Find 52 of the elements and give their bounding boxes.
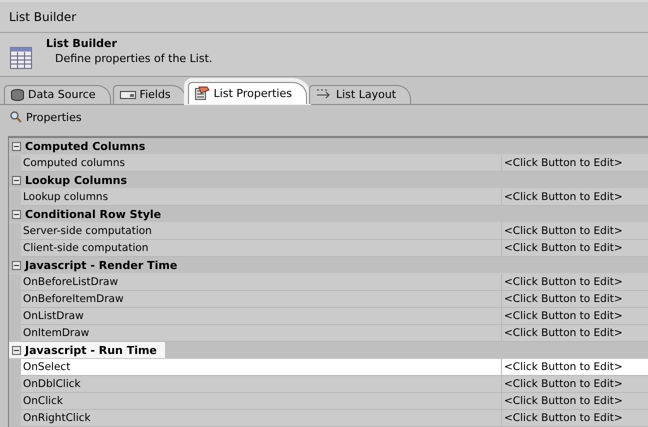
property-value-cell[interactable]: <Click Button to Edit>	[501, 240, 648, 258]
property-value-cell[interactable]: <Click Button to Edit>	[501, 155, 648, 172]
collapse-button[interactable]	[12, 210, 21, 219]
property-value-cell[interactable]: <Click Button to Edit>	[501, 325, 648, 342]
category-title: Conditional Row Style	[25, 208, 162, 221]
tab[interactable]: Data Source	[4, 84, 111, 104]
property-value-cell[interactable]: <Click Button to Edit>	[501, 274, 648, 292]
property-name-cell[interactable]: OnDblClick	[21, 376, 501, 394]
minus-icon	[14, 262, 19, 268]
search-icon	[10, 111, 22, 124]
property-name-cell[interactable]: OnBeforeListDraw	[21, 274, 501, 292]
property-value-cell[interactable]: <Click Button to Edit>	[501, 410, 648, 427]
property-value-cell[interactable]: <Click Button to Edit>	[501, 393, 648, 410]
property-name-cell[interactable]: Computed columns	[21, 155, 501, 172]
property-name-cell[interactable]: OnSelect	[21, 359, 501, 376]
collapse-button[interactable]	[12, 260, 21, 270]
property-value-cell[interactable]: <Click Button to Edit>	[501, 308, 648, 326]
property-value-cell[interactable]: <Click Button to Edit>	[501, 359, 648, 376]
property-value-cell[interactable]: <Click Button to Edit>	[501, 291, 648, 308]
property-name-cell[interactable]: Lookup columns	[21, 189, 501, 206]
property-value-cell[interactable]: <Click Button to Edit>	[501, 376, 648, 394]
category-title: Javascript - Run Time	[25, 344, 157, 357]
properties-label: Properties	[26, 110, 82, 124]
minus-icon	[14, 212, 19, 217]
property-value-cell[interactable]: <Click Button to Edit>	[501, 189, 648, 206]
property-name-cell[interactable]: OnClick	[21, 393, 501, 410]
field-icon	[120, 90, 136, 99]
category-title: Javascript - Render Time	[25, 258, 178, 272]
database-icon	[11, 88, 24, 101]
property-value-cell[interactable]: <Click Button to Edit>	[501, 223, 648, 240]
collapse-button[interactable]	[12, 142, 21, 151]
tab[interactable]: List Layout	[309, 84, 412, 104]
property-name-cell[interactable]: OnListDraw	[21, 308, 501, 326]
minus-icon	[14, 144, 19, 149]
category-title: Computed Columns	[25, 140, 146, 153]
property-name-cell[interactable]: OnItemDraw	[21, 325, 501, 342]
property-name-cell[interactable]: Client-side computation	[21, 240, 501, 258]
category-title: Lookup Columns	[25, 174, 128, 187]
header-title: List Builder	[46, 37, 118, 50]
property-name-cell[interactable]: OnRightClick	[21, 410, 501, 427]
form-icon	[194, 86, 210, 100]
collapse-button[interactable]	[12, 176, 21, 185]
header-subtitle: Define properties of the List.	[54, 52, 212, 66]
tab[interactable]: Fields	[112, 84, 186, 104]
collapse-button[interactable]	[12, 346, 21, 355]
layout-icon	[316, 89, 332, 100]
minus-icon	[14, 178, 19, 183]
minus-icon	[14, 348, 19, 353]
property-name-cell[interactable]: Server-side computation	[21, 223, 501, 240]
property-name-cell[interactable]: OnBeforeItemDraw	[21, 291, 501, 308]
window-title: List Builder	[9, 10, 76, 24]
table-icon	[10, 47, 32, 70]
